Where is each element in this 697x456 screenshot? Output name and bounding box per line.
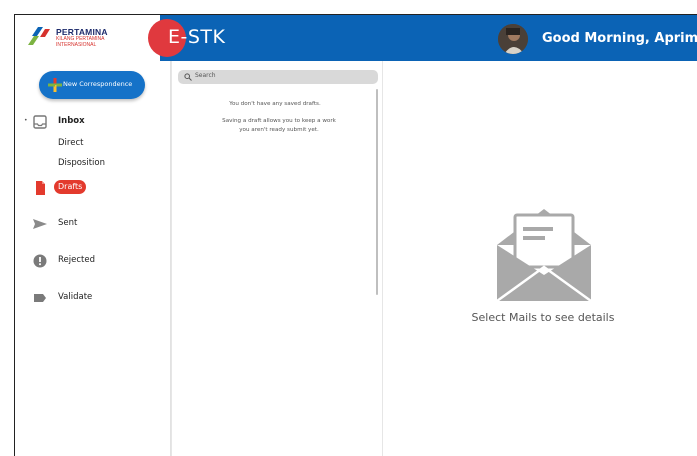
draft-list-pane: Search You don't have any saved drafts. … bbox=[171, 61, 383, 456]
sidebar-item-label: Inbox bbox=[58, 116, 85, 126]
empty-state-title: You don't have any saved drafts. bbox=[229, 101, 321, 107]
send-icon bbox=[33, 219, 47, 229]
label-icon bbox=[34, 294, 46, 302]
new-correspondence-button[interactable]: New Correspondence bbox=[39, 71, 145, 99]
avatar[interactable] bbox=[498, 24, 528, 54]
sidebar-item-sent[interactable]: Sent bbox=[15, 215, 171, 233]
new-correspondence-label: New Correspondence bbox=[63, 80, 133, 88]
mail-detail-pane: Select Mails to see details bbox=[383, 61, 697, 456]
sidebar-item-label: Drafts bbox=[54, 180, 87, 194]
plus-icon bbox=[48, 78, 62, 92]
sidebar-item-validate[interactable]: Validate bbox=[15, 289, 171, 307]
logo-subtitle: KILANG PERTAMINA INTERNASIONAL bbox=[56, 36, 105, 48]
sidebar-item-direct[interactable]: Direct bbox=[58, 138, 83, 148]
sidebar: New Correspondence • Inbox Direct Dispos… bbox=[15, 61, 171, 456]
empty-detail-message: Select Mails to see details bbox=[471, 311, 615, 324]
empty-state-hint: Saving a draft allows you to keep a work… bbox=[194, 117, 364, 135]
search-icon bbox=[184, 73, 192, 81]
pertamina-logo-icon bbox=[28, 27, 50, 45]
sidebar-item-inbox[interactable]: • Inbox bbox=[15, 113, 171, 131]
sidebar-item-rejected[interactable]: Rejected bbox=[15, 252, 171, 270]
sidebar-item-label: Rejected bbox=[58, 255, 95, 265]
inbox-icon bbox=[33, 115, 47, 129]
envelope-open-icon bbox=[496, 209, 592, 303]
logo[interactable]: PERTAMINA KILANG PERTAMINA INTERNASIONAL bbox=[15, 15, 160, 61]
app-name: E-STK bbox=[168, 26, 226, 48]
expand-icon[interactable]: • bbox=[24, 117, 28, 124]
search-input[interactable]: Search bbox=[178, 70, 378, 84]
alert-icon bbox=[33, 254, 47, 268]
greeting-text: Good Morning, Aprimal bbox=[542, 31, 697, 46]
empty-state-hint-line: you aren't ready submit yet. bbox=[239, 127, 319, 133]
file-icon bbox=[36, 181, 45, 195]
empty-state-hint-line: Saving a draft allows you to keep a work bbox=[222, 118, 336, 124]
sidebar-item-drafts[interactable]: Drafts bbox=[15, 179, 171, 197]
search-placeholder: Search bbox=[195, 72, 216, 79]
sidebar-item-label: Validate bbox=[58, 292, 93, 302]
user-photo-icon bbox=[498, 24, 528, 54]
sidebar-item-disposition[interactable]: Disposition bbox=[58, 158, 105, 168]
list-scrollbar[interactable] bbox=[376, 89, 378, 295]
top-bar: PERTAMINA KILANG PERTAMINA INTERNASIONAL… bbox=[15, 15, 697, 61]
app-window: PERTAMINA KILANG PERTAMINA INTERNASIONAL… bbox=[14, 14, 697, 456]
sidebar-item-label: Sent bbox=[58, 218, 78, 228]
